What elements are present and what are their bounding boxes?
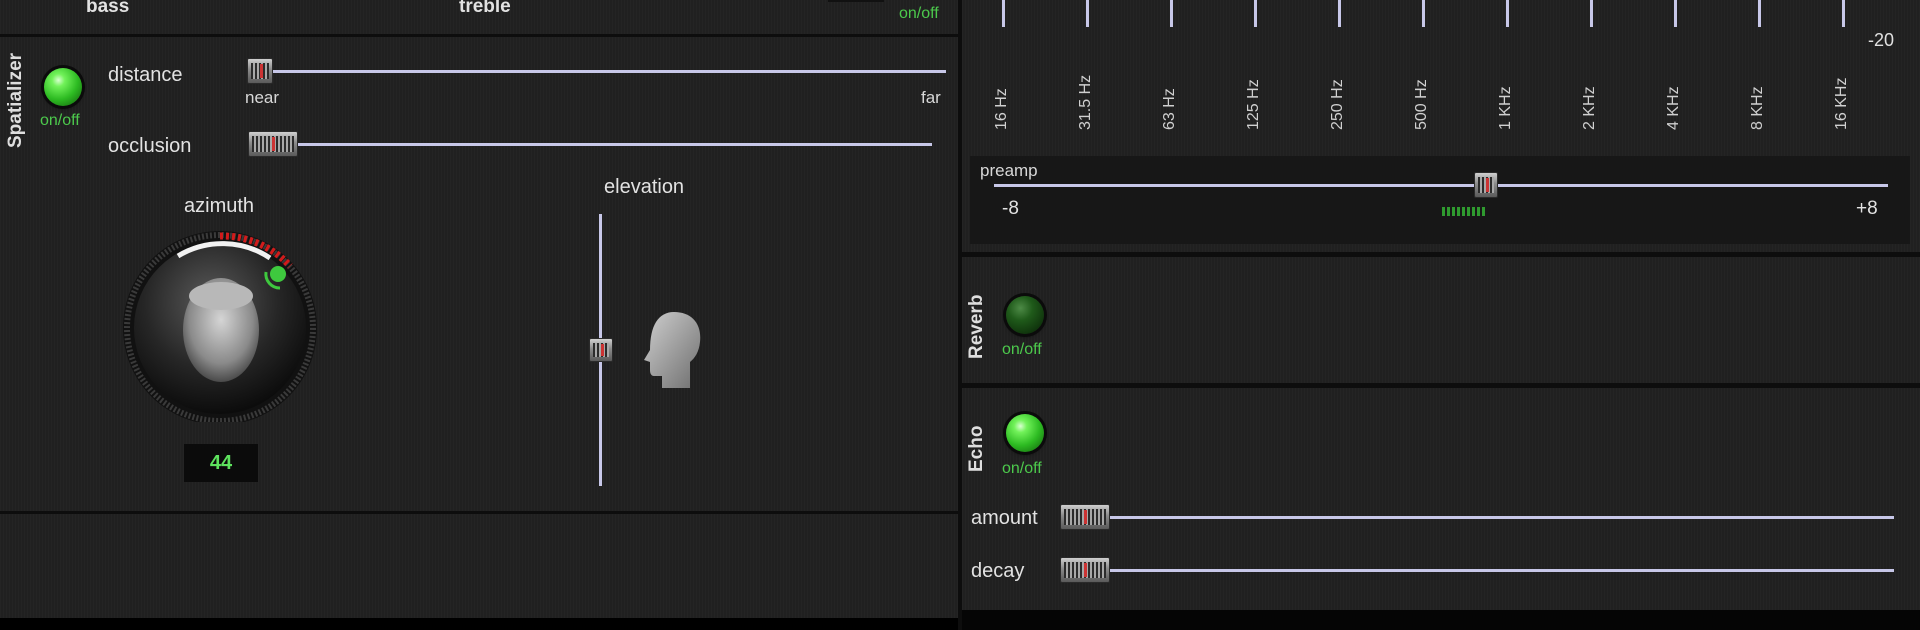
eq-band-slider-6[interactable] xyxy=(1506,0,1509,27)
elevation-label: elevation xyxy=(604,176,685,198)
eq-band-slider-5[interactable] xyxy=(1422,0,1425,27)
bass-label: bass xyxy=(86,0,130,17)
eq-band-label: 63 Hz xyxy=(1161,88,1178,130)
eq-band-label: 4 KHz xyxy=(1665,86,1682,130)
eq-band-label: 31.5 Hz xyxy=(1077,74,1094,130)
azimuth-value-display: 44 xyxy=(184,444,258,482)
preamp-label: preamp xyxy=(980,161,1038,180)
spatializer-title: Spatializer xyxy=(5,52,26,148)
distance-slider-thumb[interactable] xyxy=(247,58,273,84)
preamp-max-label: +8 xyxy=(1856,198,1878,219)
echo-onoff-label: on/off xyxy=(1002,460,1042,477)
distance-slider-track[interactable] xyxy=(250,70,946,73)
distance-label: distance xyxy=(108,64,183,86)
reverb-panel xyxy=(962,257,1920,383)
azimuth-label: azimuth xyxy=(184,195,255,217)
echo-amount-label: amount xyxy=(971,507,1038,529)
eq-band-label: 500 Hz xyxy=(1413,79,1430,130)
preamp-box xyxy=(970,156,1910,244)
eq-band-label: 8 KHz xyxy=(1749,86,1766,130)
eq-band-slider-4[interactable] xyxy=(1338,0,1341,27)
distance-near-label: near xyxy=(245,88,280,107)
divider xyxy=(962,610,1920,630)
eq-band-label: 1 KHz xyxy=(1497,86,1514,130)
echo-title: Echo xyxy=(966,425,987,472)
eq-band-label: 2 KHz xyxy=(1581,86,1598,130)
treble-label: treble xyxy=(459,0,511,17)
spatializer-toggle[interactable] xyxy=(44,68,82,106)
elevation-slider-thumb[interactable] xyxy=(589,338,613,362)
occlusion-slider-thumb[interactable] xyxy=(248,131,298,157)
eq-band-label: 16 Hz xyxy=(993,88,1010,130)
bass-treble-toggle[interactable] xyxy=(828,0,884,2)
echo-decay-label: decay xyxy=(971,560,1025,582)
azimuth-knob[interactable] xyxy=(120,222,320,425)
echo-amount-slider-track[interactable] xyxy=(1090,516,1894,519)
reverb-title: Reverb xyxy=(966,294,987,359)
reverb-onoff-label: on/off xyxy=(1002,341,1042,358)
eq-band-slider-0[interactable] xyxy=(1002,0,1005,27)
eq-db-label: -20 xyxy=(1868,30,1895,50)
eq-band-label: 16 KHz xyxy=(1833,77,1850,130)
empty-panel xyxy=(0,514,958,618)
eq-band-slider-10[interactable] xyxy=(1842,0,1845,27)
distance-far-label: far xyxy=(921,88,941,107)
eq-band-slider-7[interactable] xyxy=(1590,0,1593,27)
eq-band-slider-9[interactable] xyxy=(1758,0,1761,27)
eq-band-slider-2[interactable] xyxy=(1170,0,1173,27)
eq-band-label: 250 Hz xyxy=(1329,79,1346,130)
eq-band-slider-1[interactable] xyxy=(1086,0,1089,27)
echo-decay-slider-thumb[interactable] xyxy=(1060,557,1110,583)
preamp-level-meter xyxy=(1442,207,1486,216)
head-profile-icon xyxy=(640,310,704,390)
reverb-toggle[interactable] xyxy=(1006,296,1044,334)
echo-amount-slider-thumb[interactable] xyxy=(1060,504,1110,530)
preamp-min-label: -8 xyxy=(1002,198,1019,219)
echo-decay-slider-track[interactable] xyxy=(1090,569,1894,572)
preamp-slider-track[interactable] xyxy=(994,184,1888,187)
eq-band-slider-3[interactable] xyxy=(1254,0,1257,27)
eq-band-label: 125 Hz xyxy=(1245,79,1262,130)
preamp-slider-thumb[interactable] xyxy=(1474,172,1498,198)
occlusion-slider-track[interactable] xyxy=(260,143,932,146)
echo-toggle[interactable] xyxy=(1006,414,1044,452)
occlusion-label: occlusion xyxy=(108,135,192,157)
spatializer-onoff-label: on/off xyxy=(40,112,80,129)
eq-band-slider-8[interactable] xyxy=(1674,0,1677,27)
bass-treble-onoff-label: on/off xyxy=(899,5,939,22)
